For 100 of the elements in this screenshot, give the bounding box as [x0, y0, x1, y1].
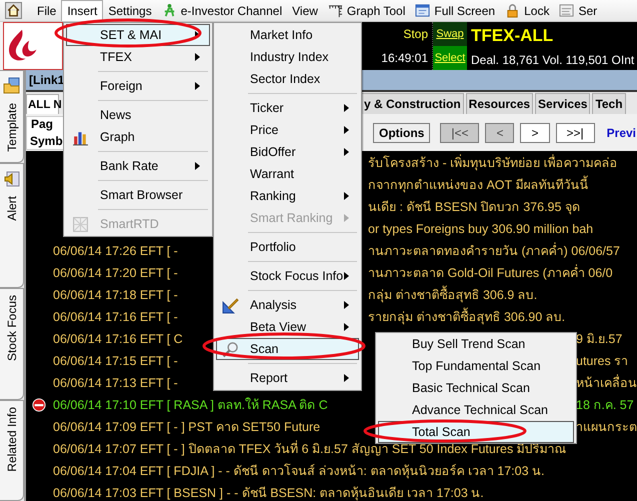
- menu-item[interactable]: Sector Index: [216, 68, 359, 90]
- menu-item[interactable]: Advance Technical Scan: [378, 399, 574, 421]
- menu-item[interactable]: Price: [216, 119, 359, 141]
- news-text: านภาวะตลาด Gold-Oil Futures (ภาคค่ำ 06/0: [368, 263, 613, 282]
- time-label: 16:49:01: [381, 51, 428, 65]
- menu-item[interactable]: Ticker: [216, 97, 359, 119]
- bar-chart-icon: [72, 129, 89, 146]
- menu-item[interactable]: View: [287, 0, 323, 21]
- news-text: รายกลุ่ม ต่างชาติซื้อสุทธิ 306.90 ลบ.: [368, 307, 566, 327]
- news-text: 9 มิ.ย.57: [576, 331, 622, 348]
- sector-tab[interactable]: ALL N: [26, 94, 59, 114]
- group-label: Pag: [31, 116, 54, 130]
- news-text: าแผนกระต: [576, 419, 637, 436]
- news-text: านภาวะตลาดทองคำรายวัน (ภาคค่ำ) 06/06/57: [368, 241, 620, 260]
- menu-item[interactable]: Warrant: [216, 163, 359, 185]
- symbol-title: TFEX-ALL: [471, 26, 554, 46]
- menu-item[interactable]: Market Info: [216, 24, 359, 46]
- menu-item[interactable]: TFEX: [66, 46, 210, 68]
- news-text: 06/06/14 17:10 EFT [ RASA ] ตลท.ให้ RASA ติด C: [53, 396, 328, 414]
- menu-item[interactable]: Report: [216, 367, 359, 389]
- news-text: 06/06/14 17:26 EFT [ -: [53, 244, 178, 258]
- submenu-arrow-icon: [344, 301, 349, 309]
- news-text: 18 ก.ค. 57: [576, 397, 634, 414]
- news-text: 06/06/14 17:04 EFT [ FDJIA ] - - ดัชนี ดาวโจนส์ ล่วงหน้า: ตลาดหุ้นนิวยอร์ค เวลา 17:03 น.: [53, 462, 544, 480]
- submenu-arrow-icon: [344, 192, 349, 200]
- lock-icon: [505, 3, 520, 18]
- column-header: Symb: [30, 134, 63, 148]
- toolbar-button[interactable]: >>|: [556, 122, 595, 142]
- menu-item[interactable]: News: [66, 104, 210, 126]
- submenu-arrow-icon: [344, 214, 349, 222]
- submenu-arrow-icon: [195, 53, 200, 61]
- menu-item[interactable]: Ranking: [216, 185, 359, 207]
- menu-item[interactable]: Bank Rate: [66, 155, 210, 177]
- news-text: 06/06/14 17:18 EFT [ -: [53, 288, 178, 302]
- window-icon: [415, 3, 430, 18]
- sector-tab[interactable]: Services: [535, 93, 590, 114]
- search-icon: [222, 341, 239, 358]
- news-text: 06/06/14 17:16 EFT [ -: [53, 310, 178, 324]
- submenu-arrow-icon: [195, 162, 200, 170]
- menu-item[interactable]: File: [32, 0, 62, 21]
- market-stats: Deal. 18,761 Vol. 119,501 OInt: [471, 52, 634, 66]
- menu-item[interactable]: Buy Sell Trend Scan: [378, 333, 574, 355]
- menu-item[interactable]: Insert: [61, 0, 104, 21]
- toolbar-button[interactable]: >: [520, 122, 550, 142]
- news-text: รับโครงสร้าง - เพิ่มทุนบริษัทย่อย เพื่อความคล่อ: [368, 153, 618, 172]
- sector-tab[interactable]: y & Construction: [361, 93, 464, 114]
- menu-item[interactable]: Stock Focus Info: [216, 265, 359, 287]
- menu-item[interactable]: Beta View: [216, 316, 359, 338]
- menu-item[interactable]: Foreign: [66, 75, 210, 97]
- speaker-icon: [2, 170, 20, 188]
- menu-item[interactable]: Settings: [103, 0, 157, 21]
- news-text: utures รา: [576, 353, 628, 370]
- sector-tab[interactable]: Resources: [466, 93, 534, 114]
- ruler-icon: [328, 3, 343, 18]
- stop-label: Stop: [403, 27, 428, 41]
- submenu-arrow-icon: [344, 374, 349, 382]
- sector-tab[interactable]: Tech: [592, 93, 626, 114]
- select-link[interactable]: Select: [433, 46, 467, 70]
- menu-item[interactable]: Basic Technical Scan: [378, 377, 574, 399]
- menu-item[interactable]: e-Investor Channel: [156, 0, 288, 21]
- previous-link[interactable]: Previ: [606, 126, 636, 140]
- folder-icon: [2, 77, 20, 95]
- submenu-arrow-icon: [195, 82, 200, 90]
- news-text: 06/06/14 17:09 EFT [ - ] PST คาด SET50 Future: [53, 419, 320, 436]
- news-text: กลุ่ม ต่างชาติซื้อสุทธิ 306.9 ลบ.: [368, 285, 538, 305]
- window-title: [Link1: [29, 73, 64, 87]
- menu-item[interactable]: BidOffer: [216, 141, 359, 163]
- menu-item[interactable]: Graph Tool: [322, 0, 410, 21]
- news-text: กจากทุกตำแหน่งของ AOT มีผลทันทีวันนี้: [368, 175, 588, 195]
- news-text: or types Foreigns buy 306.90 million bah: [368, 222, 594, 236]
- menu-item[interactable]: Analysis: [216, 294, 359, 316]
- submenu-arrow-icon: [344, 272, 349, 280]
- menu-item[interactable]: Top Fundamental Scan: [378, 355, 574, 377]
- submenu-arrow-icon: [344, 104, 349, 112]
- swap-link[interactable]: Swap: [433, 22, 467, 46]
- grid-icon: [72, 216, 89, 233]
- menu-item[interactable]: Full Screen: [410, 0, 500, 21]
- side-tab[interactable]: Template: [0, 70, 24, 164]
- news-text: นเดีย : ดัชนี BSESN ปิดบวก 376.95 จุด: [368, 199, 580, 216]
- logo: [3, 22, 63, 70]
- news-text: 06/06/14 17:16 EFT [ C: [53, 332, 183, 346]
- news-text: 06/06/14 17:15 EFT [ -: [53, 354, 178, 368]
- document-icon: [559, 3, 574, 18]
- menu-item[interactable]: Industry Index: [216, 46, 359, 68]
- news-text: 06/06/14 17:13 EFT [ -: [53, 376, 178, 390]
- ruler-pen-icon: [222, 297, 239, 314]
- side-tab[interactable]: Alert: [0, 163, 24, 288]
- menu-item[interactable]: Smart Browser: [66, 184, 210, 206]
- menu-item[interactable]: Lock: [500, 0, 554, 21]
- submenu-arrow-icon: [344, 148, 349, 156]
- submenu-arrow-icon: [344, 323, 349, 331]
- side-tab[interactable]: Related Info: [0, 400, 24, 501]
- toolbar-button[interactable]: Options: [373, 122, 430, 142]
- submenu-arrow-icon: [344, 126, 349, 134]
- menu-item[interactable]: Graph: [66, 126, 210, 148]
- side-tab[interactable]: Stock Focus: [0, 288, 24, 400]
- home-icon[interactable]: [5, 2, 22, 19]
- menu-item[interactable]: Portfolio: [216, 236, 359, 258]
- menu-item[interactable]: Ser: [554, 0, 602, 21]
- news-text: หน้าเคลื่อน: [576, 373, 637, 392]
